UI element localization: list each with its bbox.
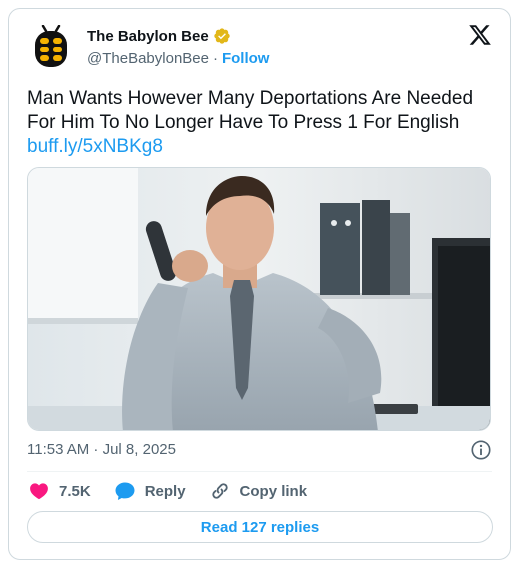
like-button[interactable]: 7.5K (27, 479, 91, 503)
tweet-body: Man Wants However Many Deportations Are … (27, 88, 474, 133)
reply-label: Reply (144, 482, 186, 500)
copy-link-label: Copy link (239, 482, 308, 500)
babylon-bee-logo-icon (35, 24, 67, 67)
x-logo-icon[interactable] (468, 23, 492, 47)
avatar[interactable] (27, 24, 75, 73)
follow-link[interactable]: Follow (222, 50, 270, 67)
tweet-text: Man Wants However Many Deportations Are … (27, 87, 495, 159)
name-row: The Babylon Bee (87, 27, 231, 45)
verified-badge-icon (213, 27, 231, 45)
like-count: 7.5K (59, 482, 91, 500)
tweet-link[interactable]: buff.ly/5xNBKg8 (27, 136, 163, 157)
read-replies-button[interactable]: Read 127 replies (27, 511, 493, 543)
tweet-embed-card: The Babylon Bee @TheBabylonBee · Follow … (8, 8, 511, 560)
heart-icon (30, 483, 48, 500)
reply-bubble-icon (115, 482, 135, 500)
divider (27, 471, 492, 472)
office-phone-call-photo (28, 168, 490, 430)
tweet-photo[interactable] (27, 167, 491, 431)
reply-button[interactable]: Reply (113, 479, 186, 503)
separator-dot: · (212, 50, 218, 67)
handle-row: @TheBabylonBee · Follow (87, 50, 269, 67)
tweet-timestamp[interactable]: 11:53 AM · Jul 8, 2025 (27, 441, 176, 458)
copy-link-button[interactable]: Copy link (208, 479, 308, 503)
link-icon (211, 483, 228, 499)
handle[interactable]: @TheBabylonBee (87, 50, 209, 67)
info-icon[interactable] (470, 439, 492, 461)
action-bar: 7.5K Reply Copy link (27, 479, 307, 503)
display-name[interactable]: The Babylon Bee (87, 28, 209, 45)
